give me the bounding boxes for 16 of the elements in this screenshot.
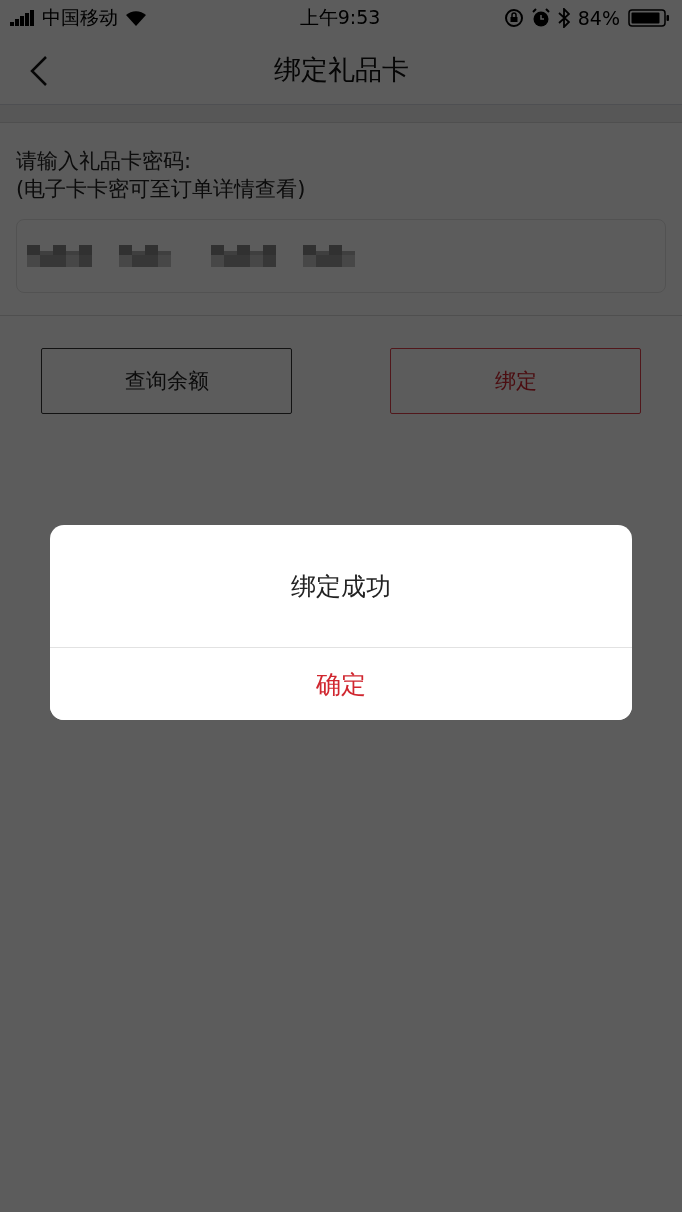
bluetooth-icon — [557, 8, 570, 28]
carrier-name: 中国移动 — [42, 5, 118, 30]
page-title: 绑定礼品卡 — [273, 53, 409, 87]
battery-icon — [628, 8, 670, 28]
rotation-lock-icon — [503, 8, 524, 28]
status-time: 上午9:53 — [299, 5, 381, 30]
alarm-icon — [531, 8, 550, 28]
bind-button[interactable]: 绑定 — [390, 348, 641, 414]
dialog-message: 绑定成功 — [291, 570, 391, 603]
field-hint: (电子卡卡密可至订单详情查看) — [16, 176, 307, 203]
card-password-field[interactable] — [16, 219, 666, 293]
signal-icon — [10, 10, 36, 26]
field-label: 请输入礼品卡密码: — [16, 148, 193, 175]
wifi-icon — [124, 9, 148, 27]
balance-button[interactable]: 查询余额 — [41, 348, 292, 414]
battery-percent: 84% — [577, 7, 620, 29]
